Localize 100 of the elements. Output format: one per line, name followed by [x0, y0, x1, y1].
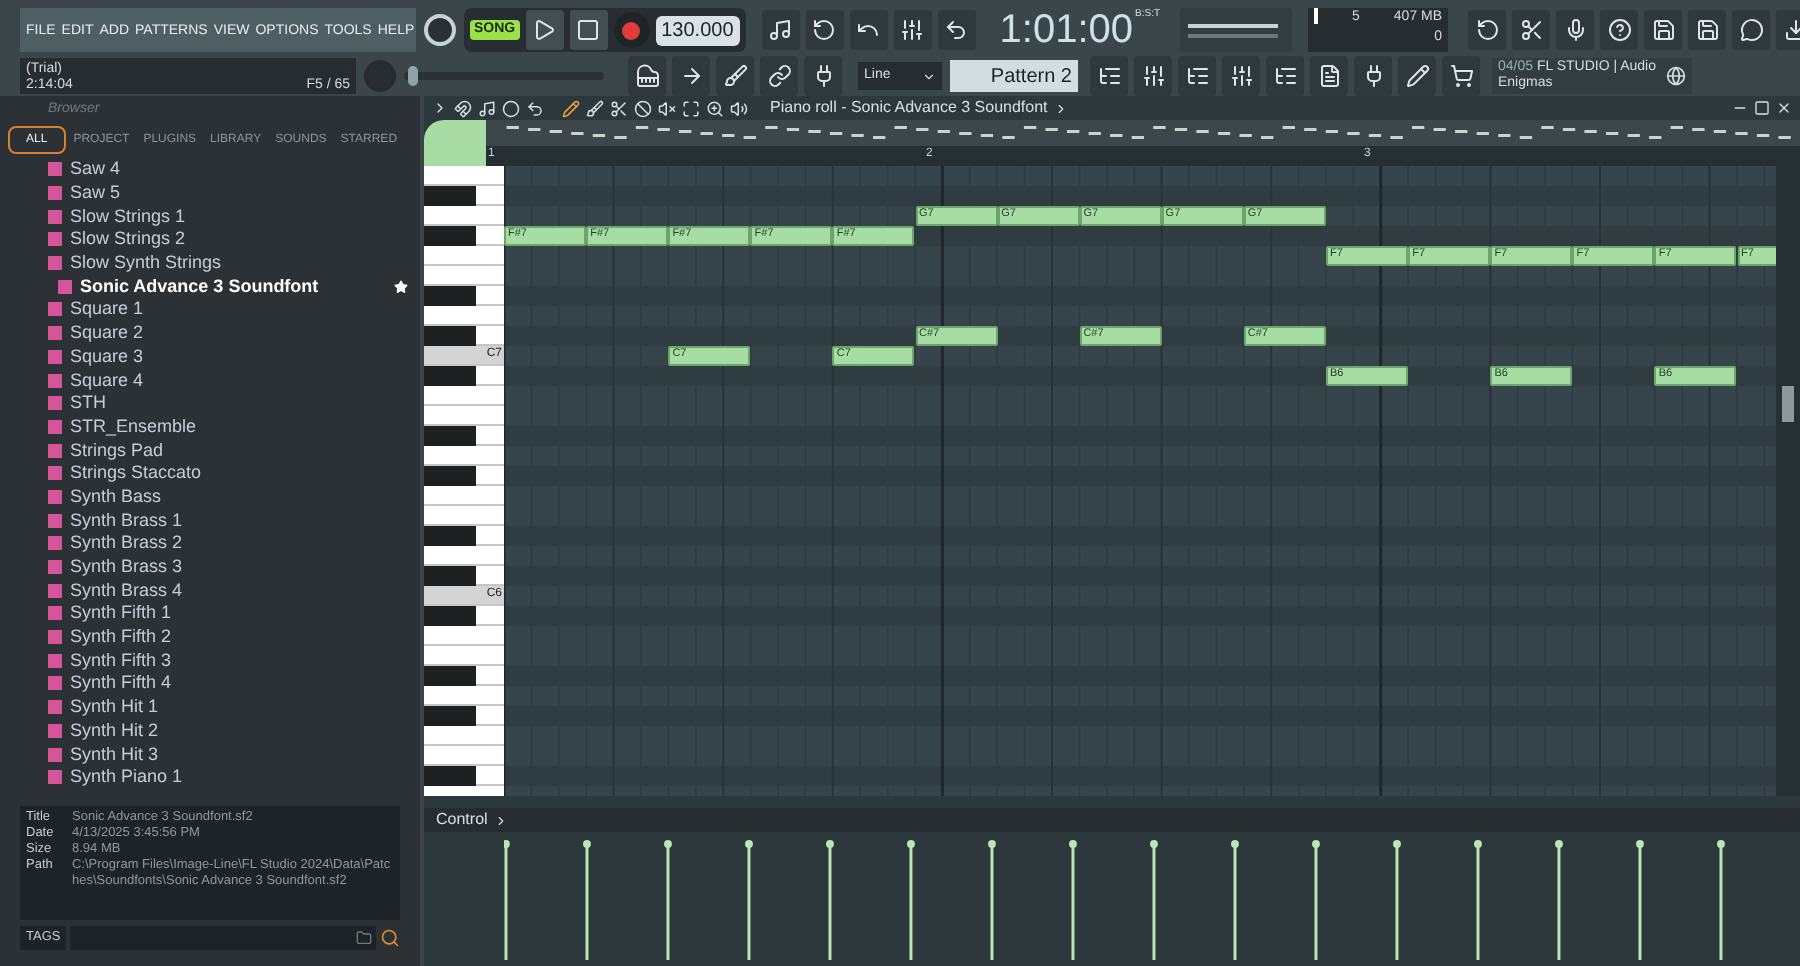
browser-item[interactable]: Strings Staccato	[0, 461, 420, 486]
browser-item[interactable]: Synth Fifth 1	[0, 602, 420, 626]
knob-icon[interactable]	[424, 14, 456, 46]
item-label: Square 4	[70, 371, 144, 390]
stop-button[interactable]	[569, 10, 608, 50]
browser-item[interactable]: Square 4	[0, 368, 420, 392]
item-label: Synth Fifth 2	[70, 628, 172, 647]
item-label: Synth Piano 1	[70, 768, 183, 787]
tempo-field[interactable]: 130.000	[655, 15, 740, 45]
search-icon[interactable]	[380, 928, 400, 948]
browser-item[interactable]: Saw 5	[0, 181, 420, 205]
stop-icon	[576, 18, 601, 42]
note-icon[interactable]	[478, 99, 496, 117]
browser-item[interactable]: Synth Brass 3	[0, 555, 420, 579]
no-icon[interactable]	[634, 99, 652, 117]
item-label: Sonic Advance 3 Soundfont	[80, 277, 319, 296]
tree-icon[interactable]	[1266, 56, 1304, 96]
link-icon[interactable]	[760, 56, 798, 96]
globe-icon[interactable]	[1666, 66, 1686, 86]
item-label: Synth Bass	[70, 487, 162, 506]
item-label: STR_Ensemble	[70, 417, 197, 436]
item-label: Synth Fifth 4	[70, 674, 172, 693]
microphone-icon[interactable]	[1556, 10, 1595, 50]
slider-thumb[interactable]	[407, 66, 418, 86]
browser-item[interactable]: Synth Hit 2	[0, 719, 420, 743]
lane-label[interactable]: Control	[436, 808, 488, 832]
tool-tab[interactable]	[424, 120, 486, 166]
browser-item[interactable]: STH	[0, 391, 420, 416]
cart-icon[interactable]	[1442, 56, 1480, 96]
tags-field[interactable]	[70, 926, 376, 950]
scissors-icon[interactable]	[1512, 10, 1551, 50]
help-icon[interactable]	[1600, 10, 1639, 50]
item-label: Synth Brass 2	[70, 534, 183, 553]
browser-item[interactable]: Synth Hit 1	[0, 695, 420, 719]
browser-item[interactable]: Square 2	[0, 321, 420, 345]
browser-item[interactable]: Synth Brass 4	[0, 578, 420, 603]
item-label: Strings Staccato	[70, 464, 202, 483]
browser-item[interactable]: Synth Fifth 2	[0, 625, 420, 649]
browser-item[interactable]: Slow Synth Strings	[0, 251, 420, 275]
save-new-icon[interactable]	[1688, 10, 1727, 50]
arrow-right-icon[interactable]	[672, 56, 710, 96]
mixer-icon[interactable]	[1222, 56, 1260, 96]
sliders-icon[interactable]	[1134, 56, 1172, 96]
browser-item[interactable]: Strings Pad	[0, 438, 420, 462]
browser-item[interactable]: Square 3	[0, 345, 420, 369]
browser-item[interactable]: Sonic Advance 3 Soundfont	[0, 274, 420, 299]
record-button[interactable]	[613, 12, 650, 48]
play-icon	[532, 18, 557, 42]
vertical-scrollbar[interactable]	[1776, 166, 1800, 796]
item-label: Synth Hit 3	[70, 745, 159, 764]
item-label: Square 1	[70, 300, 144, 319]
plug-icon[interactable]	[1354, 56, 1392, 96]
item-label: Saw 5	[70, 184, 121, 203]
speaker-icon[interactable]	[730, 99, 748, 117]
play-button[interactable]	[525, 10, 564, 50]
browser-item[interactable]: STR_Ensemble	[0, 415, 420, 439]
brush-icon[interactable]	[586, 99, 604, 117]
save-icon[interactable]	[1644, 10, 1683, 50]
refresh-icon[interactable]	[1468, 10, 1507, 50]
pencil-icon[interactable]	[1398, 56, 1436, 96]
item-label: Slow Strings 1	[70, 207, 186, 226]
meter-panel	[1180, 8, 1293, 52]
record-icon[interactable]	[502, 99, 520, 117]
browser-item[interactable]: Synth Fifth 4	[0, 672, 420, 696]
scissors-icon[interactable]	[610, 99, 628, 117]
browser-item[interactable]: Saw 4	[0, 158, 420, 182]
item-label: Synth Brass 1	[70, 511, 183, 530]
item-label: Slow Synth Strings	[70, 254, 222, 273]
pencil-icon[interactable]	[562, 99, 580, 117]
item-label: Saw 4	[70, 160, 121, 179]
browser-item[interactable]: Slow Strings 2	[0, 228, 420, 252]
caret-icon	[922, 69, 936, 83]
browser-item[interactable]: Synth Brass 2	[0, 532, 420, 556]
undo-icon[interactable]	[526, 99, 544, 117]
browser-item[interactable]: Synth Hit 3	[0, 742, 420, 766]
zoom-icon[interactable]	[706, 99, 724, 117]
item-label: Synth Fifth 1	[70, 604, 172, 623]
mute-icon[interactable]	[658, 99, 676, 117]
maximize-icon[interactable]	[1754, 100, 1770, 116]
browser-item[interactable]: Synth Fifth 3	[0, 648, 420, 673]
item-label: Synth Brass 4	[70, 581, 183, 600]
folder-icon[interactable]	[356, 930, 372, 946]
select-icon[interactable]	[682, 99, 700, 117]
item-label: STH	[70, 394, 106, 413]
pattern-selector[interactable]: Pattern 2	[950, 60, 1078, 92]
close-icon[interactable]	[1776, 100, 1792, 116]
browser-item[interactable]: Synth Piano 1	[0, 765, 420, 790]
item-label: Slow Strings 2	[70, 230, 186, 249]
document-icon[interactable]	[1310, 56, 1348, 96]
chat-icon[interactable]	[1732, 10, 1771, 50]
browser-item[interactable]: Synth Bass	[0, 485, 420, 509]
star-icon[interactable]	[394, 279, 408, 294]
browser-item[interactable]: Slow Strings 1	[0, 204, 420, 229]
metronome-icon[interactable]	[761, 10, 800, 50]
item-label: Synth Fifth 3	[70, 651, 172, 670]
magnet-icon[interactable]	[454, 99, 472, 117]
brush-icon[interactable]	[716, 56, 754, 96]
browser-item[interactable]: Square 1	[0, 298, 420, 322]
browser-item[interactable]: Synth Brass 1	[0, 508, 420, 532]
piano-icon[interactable]	[628, 56, 666, 96]
